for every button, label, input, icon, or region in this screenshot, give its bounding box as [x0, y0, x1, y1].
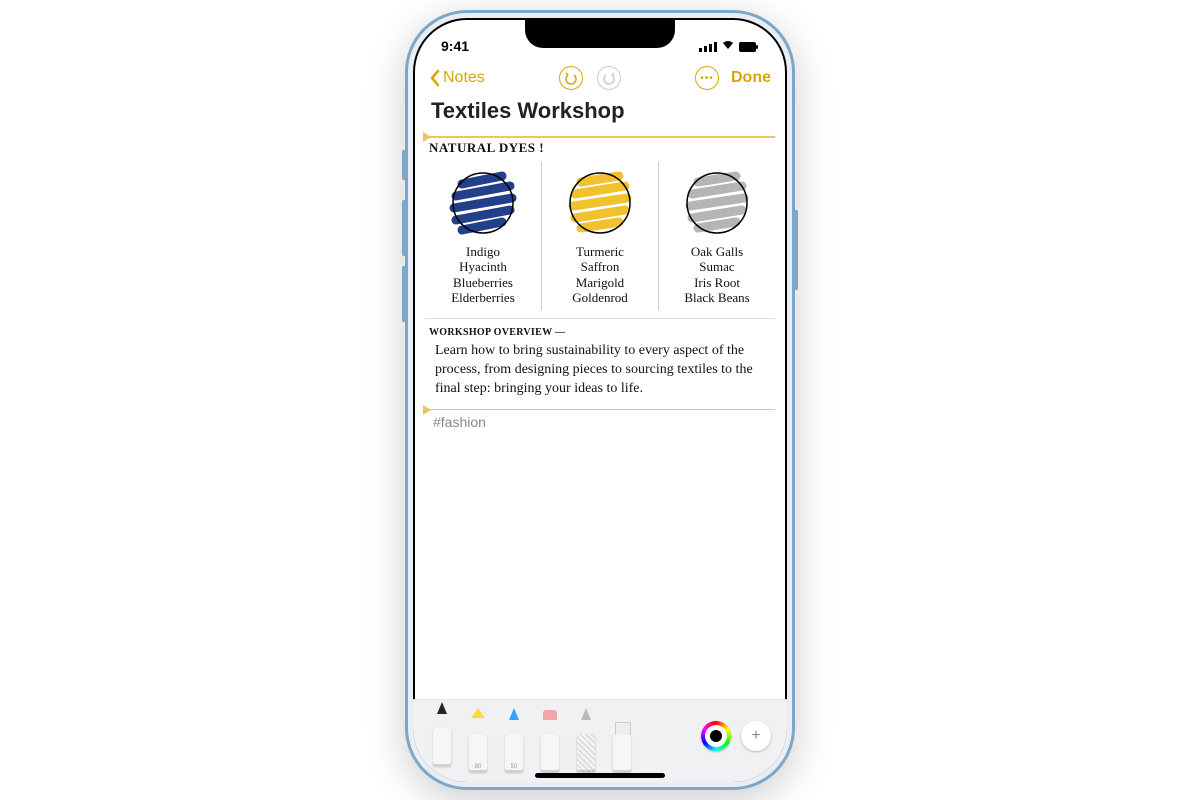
dye-sources-list: IndigoHyacinthBlueberriesElderberries	[429, 244, 537, 306]
chevron-left-icon	[429, 69, 441, 87]
note-content[interactable]: NATURAL DYES ! IndigoHyaci	[413, 136, 787, 438]
back-label: Notes	[443, 69, 485, 87]
home-indicator[interactable]	[535, 773, 665, 778]
overview-heading: WORKSHOP OVERVIEW —	[425, 327, 775, 338]
redo-button[interactable]	[597, 66, 621, 90]
nav-bar: Notes ••• Done	[413, 64, 787, 96]
swatch-circle-icon	[678, 164, 756, 242]
dye-sources-list: TurmericSaffronMarigoldGoldenrod	[546, 244, 654, 306]
dye-swatch-blue: IndigoHyacinthBlueberriesElderberries	[425, 162, 541, 310]
swatch-circle-icon	[444, 164, 522, 242]
section-divider	[425, 409, 775, 411]
redo-icon	[602, 71, 616, 85]
markup-toolbar: 80 50 +	[413, 699, 787, 782]
divider	[425, 318, 775, 319]
phone-frame: 9:41 Notes	[405, 10, 795, 790]
dye-sources-list: Oak GallsSumacIris RootBlack Beans	[663, 244, 771, 306]
device-notch	[525, 18, 675, 48]
tool-highlighter[interactable]: 80	[465, 718, 491, 772]
tool-pencil[interactable]: 50	[501, 718, 527, 772]
note-title[interactable]: Textiles Workshop	[413, 96, 787, 132]
color-picker-button[interactable]	[701, 721, 731, 751]
more-button[interactable]: •••	[695, 66, 719, 90]
back-button[interactable]: Notes	[429, 69, 485, 87]
overview-body: Learn how to bring sustainability to eve…	[425, 338, 775, 405]
add-tool-button[interactable]: +	[741, 721, 771, 751]
dye-swatch-yellow: TurmericSaffronMarigoldGoldenrod	[541, 162, 658, 310]
undo-button[interactable]	[559, 66, 583, 90]
tool-ruler[interactable]	[609, 718, 635, 772]
tool-eraser[interactable]	[537, 718, 563, 772]
dye-swatch-grey: Oak GallsSumacIris RootBlack Beans	[658, 162, 775, 310]
plus-icon: +	[751, 727, 760, 745]
swatch-circle-icon	[561, 164, 639, 242]
status-time: 9:41	[441, 38, 469, 54]
ellipsis-icon: •••	[700, 73, 714, 84]
section-divider	[425, 136, 775, 138]
done-button[interactable]: Done	[731, 69, 771, 87]
dye-swatch-row: IndigoHyacinthBlueberriesElderberries	[425, 162, 775, 310]
signal-wifi-battery-icon	[699, 40, 759, 54]
hashtag-text[interactable]: #fashion	[425, 412, 775, 438]
tool-lasso[interactable]	[573, 718, 599, 772]
status-indicators	[699, 38, 759, 54]
tool-pen[interactable]	[429, 712, 455, 766]
section-heading: NATURAL DYES !	[425, 140, 775, 156]
undo-icon	[564, 71, 578, 85]
